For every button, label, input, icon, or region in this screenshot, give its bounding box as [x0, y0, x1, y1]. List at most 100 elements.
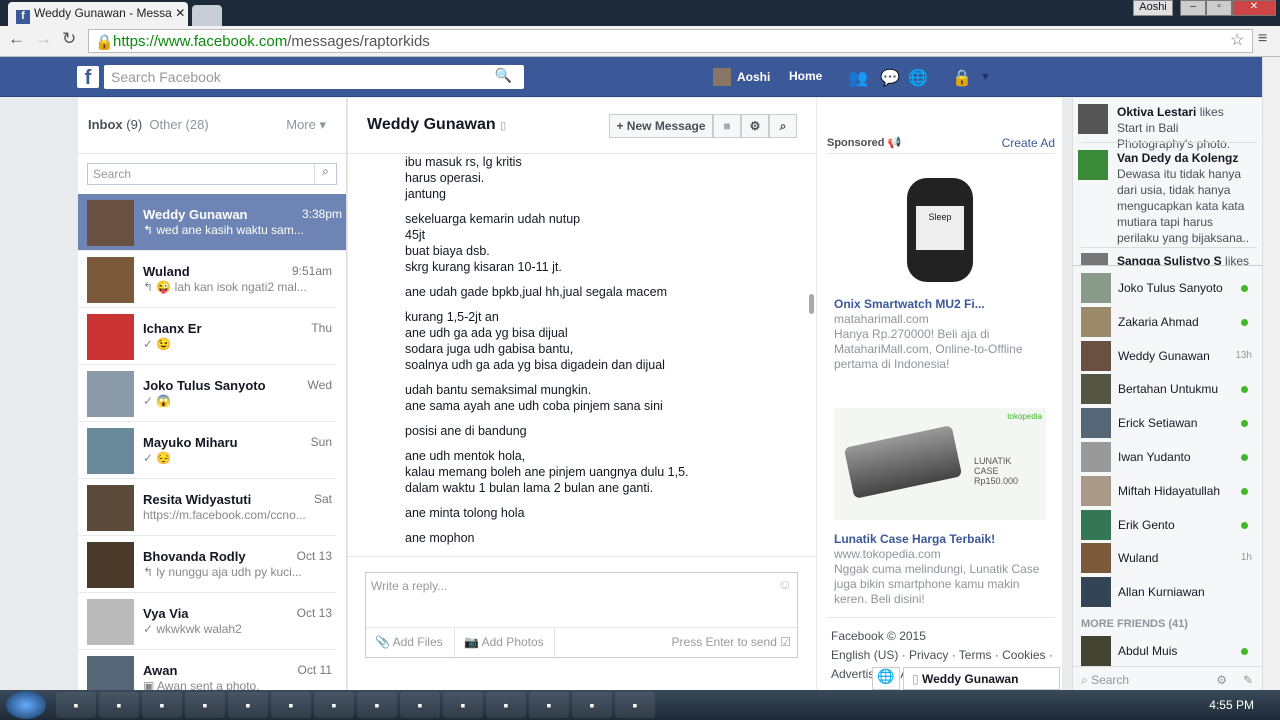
taskbar-app-icon[interactable]: ▪	[314, 692, 354, 718]
conversation-item[interactable]: Joko Tulus Sanyoto Wed ✓ 😱	[78, 365, 336, 422]
taskbar-file-icon[interactable]: ▪	[271, 692, 311, 718]
friend-item[interactable]: Bertahan Untukmu	[1081, 374, 1256, 405]
minimize-button[interactable]: –	[1180, 0, 1206, 16]
browser-tab[interactable]: f Weddy Gunawan - Messa ✕	[8, 2, 188, 26]
scrollbar[interactable]	[809, 294, 814, 314]
taskbar-app2-icon[interactable]: ▪	[357, 692, 397, 718]
taskbar-firefox-icon[interactable]: ▪	[142, 692, 182, 718]
back-icon[interactable]: ←	[8, 29, 25, 49]
gear-icon[interactable]: ⚙	[741, 114, 769, 138]
friend-item[interactable]: Abdul Muis	[1081, 636, 1256, 666]
notifications-globe-icon[interactable]: 🌐	[908, 68, 928, 88]
friend-item[interactable]: Joko Tulus Sanyoto	[1081, 273, 1256, 303]
friend-item[interactable]: Miftah Hidayatullah	[1081, 475, 1256, 506]
add-photos-button[interactable]: 📷 Add Photos	[464, 635, 544, 649]
ad-lunatik[interactable]: Lunatik Case Harga Terbaik! www.tokopedi…	[834, 532, 1054, 607]
tab-inbox[interactable]: Inbox (9)	[88, 117, 142, 132]
friend-item[interactable]: Wuland 1h	[1081, 543, 1256, 574]
conversation-item[interactable]: Wuland 9:51am ↰ 😜 lah kan isok ngati2 mal.…	[78, 251, 336, 308]
taskbar-notepad-icon[interactable]: ▪	[228, 692, 268, 718]
globe-icon[interactable]: 🌐	[872, 667, 900, 690]
profile-user[interactable]: Aoshi	[1133, 0, 1173, 16]
new-tab-button[interactable]	[192, 5, 222, 26]
conversation-item[interactable]: Mayuko Miharu Sun ✓ 😔	[78, 422, 336, 479]
taskbar-media-player-icon[interactable]: ▪	[99, 692, 139, 718]
search-icon[interactable]: ⌕	[314, 164, 336, 184]
ad-image-lunatik-case[interactable]: LUNATIK CASE Rp150.000 tokopedia	[834, 408, 1046, 520]
friend-item[interactable]: Erik Gento	[1081, 509, 1256, 540]
ticker-item[interactable]: Van Dedy da Kolengz Dewasa itu tidak han…	[1078, 150, 1251, 246]
more-dropdown[interactable]: More ▾	[286, 117, 326, 133]
page-scrollbar[interactable]	[1262, 57, 1280, 690]
footer-links[interactable]: English (US) · Privacy · Terms · Cookies…	[831, 646, 1061, 665]
avatar	[1081, 374, 1111, 405]
conversation-item[interactable]: Vya Via Oct 13 ✓ wkwkwk walah2	[78, 593, 336, 650]
ticker-item[interactable]: Oktiva Lestari likes Start in Bali Photo…	[1078, 104, 1251, 152]
search-icon[interactable]: 🔍	[495, 67, 512, 84]
press-enter-to-send-checkbox[interactable]: Press Enter to send ☑	[672, 635, 791, 649]
reload-icon[interactable]: ↻	[62, 29, 76, 49]
maximize-button[interactable]: ▫	[1206, 0, 1232, 16]
search-facebook-input[interactable]: Search Facebook 🔍	[104, 65, 524, 89]
create-ad-link[interactable]: Create Ad	[1002, 136, 1055, 150]
ad-title[interactable]: Lunatik Case Harga Terbaik!	[834, 532, 1054, 547]
avatar	[87, 200, 134, 246]
menu-icon[interactable]: ≡	[1258, 30, 1267, 48]
taskbar-word-icon[interactable]: ▪	[400, 692, 440, 718]
bookmark-star-icon[interactable]: ☆	[1230, 30, 1244, 50]
video-call-icon[interactable]: ■	[713, 114, 741, 138]
forward-icon[interactable]: →	[35, 29, 52, 49]
emoji-icon[interactable]: ☺	[778, 576, 792, 592]
close-tab-icon[interactable]: ✕	[175, 6, 185, 20]
privacy-shortcuts-icon[interactable]: 🔒	[952, 68, 972, 88]
add-files-button[interactable]: 📎 Add Files	[375, 635, 443, 649]
profile-link[interactable]: Aoshi	[713, 68, 770, 86]
online-indicator	[1241, 386, 1248, 394]
conversation-title[interactable]: Weddy Gunawan ▯	[367, 116, 506, 134]
conversation-item[interactable]: Weddy Gunawan 3:38pm ↰ wed ane kasih waktu…	[78, 194, 346, 251]
friend-item[interactable]: Weddy Gunawan 13h	[1081, 340, 1256, 371]
friend-item[interactable]: Erick Setiawan	[1081, 408, 1256, 439]
avatar	[1081, 509, 1111, 540]
start-button[interactable]	[6, 691, 46, 719]
tab-other[interactable]: Other (28)	[149, 117, 208, 132]
taskbar-excel-icon[interactable]: ▪	[529, 692, 569, 718]
new-message-button[interactable]: + New Message	[609, 114, 713, 138]
taskbar-app3-icon[interactable]: ▪	[443, 692, 483, 718]
chat-search-input[interactable]: ⌕ Search ⚙ ✎	[1073, 666, 1263, 690]
search-icon[interactable]: ⌕	[769, 114, 797, 138]
chat-tab[interactable]: ▯ Weddy Gunawan	[903, 667, 1060, 690]
message-line: ane mophon	[405, 531, 475, 545]
ad-title[interactable]: Onix Smartwatch MU2 Fi...	[834, 297, 1054, 312]
taskbar-app4-icon[interactable]: ▪	[486, 692, 526, 718]
friend-requests-icon[interactable]: 👥	[848, 68, 868, 88]
conversation-item[interactable]: Resita Widyastuti Sat https://m.facebook.c…	[78, 479, 336, 536]
taskbar-app5-icon[interactable]: ▪	[572, 692, 612, 718]
clock[interactable]: 4:55 PM	[1209, 698, 1254, 712]
conversation-item[interactable]: Ichanx Er Thu ✓ 😉	[78, 308, 336, 365]
compose-icon[interactable]: ✎	[1243, 673, 1253, 687]
conversation-search-input[interactable]: Search ⌕	[87, 163, 337, 185]
friend-item[interactable]: Zakaria Ahmad	[1081, 306, 1256, 337]
close-window-button[interactable]: ✕	[1232, 0, 1276, 16]
friend-item[interactable]: Iwan Yudanto	[1081, 442, 1256, 472]
conversation-item[interactable]: Awan Oct 11 ▣ Awan sent a photo.	[78, 650, 336, 690]
facebook-logo[interactable]: f	[77, 66, 99, 89]
avatar	[87, 485, 134, 531]
url-input[interactable]: 🔒 https://www.facebook.com/messages/rapto…	[88, 29, 1253, 53]
account-settings-chevron-icon[interactable]: ▼	[980, 71, 991, 83]
ticker-item[interactable]: Sangga Sulistyo S likes	[1081, 253, 1251, 265]
friend-item[interactable]: Allan Kurniawan	[1081, 577, 1256, 608]
taskbar-chrome-icon[interactable]: ▪	[185, 692, 225, 718]
gear-icon[interactable]: ⚙	[1216, 673, 1227, 687]
messages-icon[interactable]: 💬	[880, 68, 900, 88]
message-line: ane sama ayah ane udh coba pinjem sana s…	[405, 399, 663, 413]
conversation-item[interactable]: Bhovanda Rodly Oct 13 ↰ ly nunggu aja udh …	[78, 536, 336, 593]
reply-textarea[interactable]: Write a reply... ☺ 📎 Add Files 📷 Add Pho…	[365, 572, 798, 658]
taskbar-folder-icon[interactable]: ▪	[56, 692, 96, 718]
home-link[interactable]: Home	[789, 69, 822, 83]
ad-image-smartwatch[interactable]: Sleep	[907, 178, 973, 282]
ad-onix[interactable]: Onix Smartwatch MU2 Fi... mataharimall.c…	[834, 297, 1054, 372]
taskbar-app6-icon[interactable]: ▪	[615, 692, 655, 718]
avatar	[1078, 150, 1108, 180]
